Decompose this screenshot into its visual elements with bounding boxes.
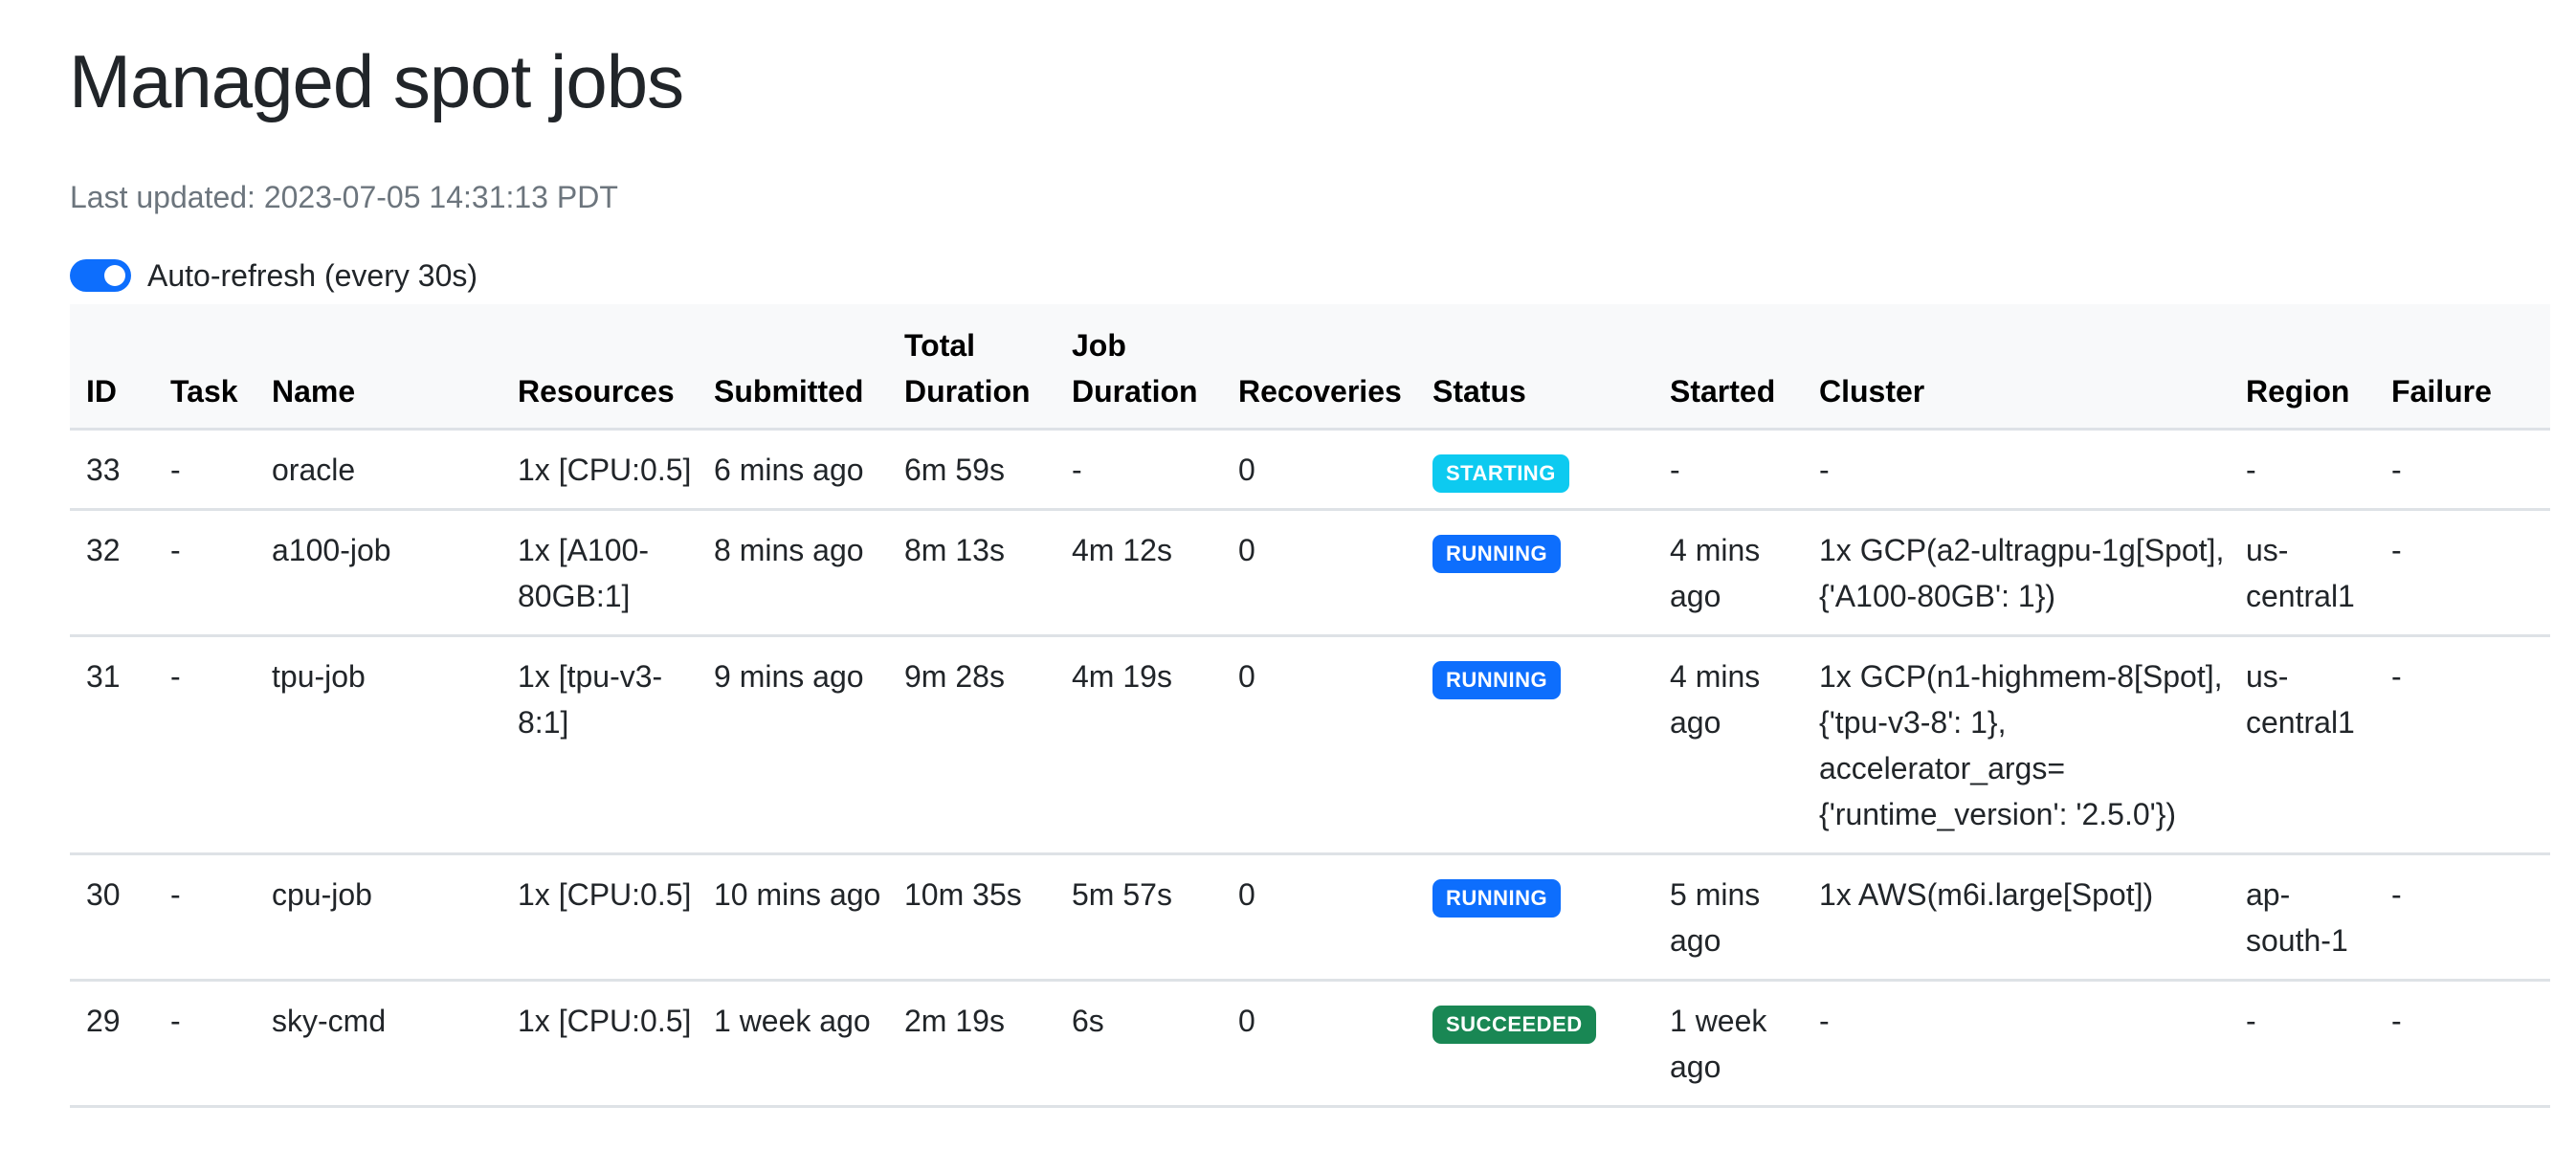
column-header-name: Name [255,304,501,431]
cell-failure: - [2375,853,2550,982]
cell-submitted: 10 mins ago [698,853,888,982]
column-header-resources: Resources [501,304,698,431]
column-header-region: Region [2230,304,2375,431]
cell-cluster: 1x AWS(m6i.large[Spot]) [1803,853,2230,982]
column-header-started: Started [1654,304,1803,431]
cell-status: RUNNING [1416,509,1654,637]
cell-started: - [1654,429,1803,511]
cell-task: - [154,429,255,511]
cell-job-duration: 5m 57s [1055,853,1222,982]
cell-started: 4 mins ago [1654,509,1803,637]
cell-status: RUNNING [1416,853,1654,982]
toggle-knob [104,265,125,286]
cell-region: ap-south-1 [2230,853,2375,982]
status-badge: STARTING [1432,454,1569,493]
table-row: 31 - tpu-job 1x [tpu-v3-8:1] 9 mins ago … [70,635,2550,855]
column-header-cluster: Cluster [1803,304,2230,431]
cell-job-duration: 6s [1055,980,1222,1108]
cell-recoveries: 0 [1222,853,1416,982]
cell-id: 29 [70,980,154,1108]
table-header-row: ID Task Name Resources Submitted Total D… [70,304,2550,431]
table-row: 32 - a100-job 1x [A100-80GB:1] 8 mins ag… [70,509,2550,637]
auto-refresh-toggle[interactable] [70,259,131,292]
cell-resources: 1x [CPU:0.5] [501,980,698,1108]
cell-submitted: 9 mins ago [698,635,888,855]
cell-status: STARTING [1416,429,1654,511]
status-badge: SUCCEEDED [1432,1006,1596,1044]
cell-total-duration: 10m 35s [888,853,1055,982]
status-badge: RUNNING [1432,661,1562,699]
cell-failure: - [2375,635,2550,855]
column-header-id: ID [70,304,154,431]
cell-id: 32 [70,509,154,637]
cell-id: 30 [70,853,154,982]
cell-name: oracle [255,429,501,511]
cell-status: SUCCEEDED [1416,980,1654,1108]
cell-failure: - [2375,509,2550,637]
cell-resources: 1x [CPU:0.5] [501,429,698,511]
cell-task: - [154,635,255,855]
cell-job-duration: 4m 12s [1055,509,1222,637]
auto-refresh-label: Auto-refresh (every 30s) [147,257,478,293]
jobs-table: ID Task Name Resources Submitted Total D… [70,304,2550,1108]
cell-total-duration: 8m 13s [888,509,1055,637]
cell-cluster: - [1803,429,2230,511]
cell-id: 33 [70,429,154,511]
column-header-total-duration: Total Duration [888,304,1055,431]
column-header-failure: Failure [2375,304,2550,431]
cell-task: - [154,509,255,637]
status-badge: RUNNING [1432,879,1562,918]
cell-job-duration: 4m 19s [1055,635,1222,855]
cell-started: 1 week ago [1654,980,1803,1108]
cell-total-duration: 6m 59s [888,429,1055,511]
table-row: 30 - cpu-job 1x [CPU:0.5] 10 mins ago 10… [70,853,2550,982]
table-row: 29 - sky-cmd 1x [CPU:0.5] 1 week ago 2m … [70,980,2550,1108]
cell-recoveries: 0 [1222,635,1416,855]
cell-name: cpu-job [255,853,501,982]
cell-region: us-central1 [2230,509,2375,637]
cell-region: - [2230,980,2375,1108]
cell-submitted: 6 mins ago [698,429,888,511]
cell-task: - [154,853,255,982]
auto-refresh-control: Auto-refresh (every 30s) [70,256,477,295]
cell-resources: 1x [A100-80GB:1] [501,509,698,637]
cell-name: a100-job [255,509,501,637]
cell-region: - [2230,429,2375,511]
cell-failure: - [2375,980,2550,1108]
cell-task: - [154,980,255,1108]
cell-resources: 1x [tpu-v3-8:1] [501,635,698,855]
cell-submitted: 8 mins ago [698,509,888,637]
cell-name: sky-cmd [255,980,501,1108]
column-header-status: Status [1416,304,1654,431]
cell-resources: 1x [CPU:0.5] [501,853,698,982]
cell-total-duration: 9m 28s [888,635,1055,855]
table-row: 33 - oracle 1x [CPU:0.5] 6 mins ago 6m 5… [70,429,2550,511]
cell-cluster: - [1803,980,2230,1108]
cell-started: 5 mins ago [1654,853,1803,982]
column-header-submitted: Submitted [698,304,888,431]
column-header-recoveries: Recoveries [1222,304,1416,431]
cell-started: 4 mins ago [1654,635,1803,855]
cell-id: 31 [70,635,154,855]
column-header-task: Task [154,304,255,431]
cell-submitted: 1 week ago [698,980,888,1108]
cell-name: tpu-job [255,635,501,855]
status-badge: RUNNING [1432,535,1562,573]
column-header-job-duration: Job Duration [1055,304,1222,431]
cell-region: us-central1 [2230,635,2375,855]
cell-failure: - [2375,429,2550,511]
cell-status: RUNNING [1416,635,1654,855]
cell-recoveries: 0 [1222,509,1416,637]
last-updated-text: Last updated: 2023-07-05 14:31:13 PDT [70,180,618,214]
cell-recoveries: 0 [1222,429,1416,511]
cell-total-duration: 2m 19s [888,980,1055,1108]
cell-cluster: 1x GCP(a2-ultragpu-1g[Spot], {'A100-80GB… [1803,509,2230,637]
page-title: Managed spot jobs [69,39,684,123]
cell-recoveries: 0 [1222,980,1416,1108]
cell-job-duration: - [1055,429,1222,511]
cell-cluster: 1x GCP(n1-highmem-8[Spot], {'tpu-v3-8': … [1803,635,2230,855]
